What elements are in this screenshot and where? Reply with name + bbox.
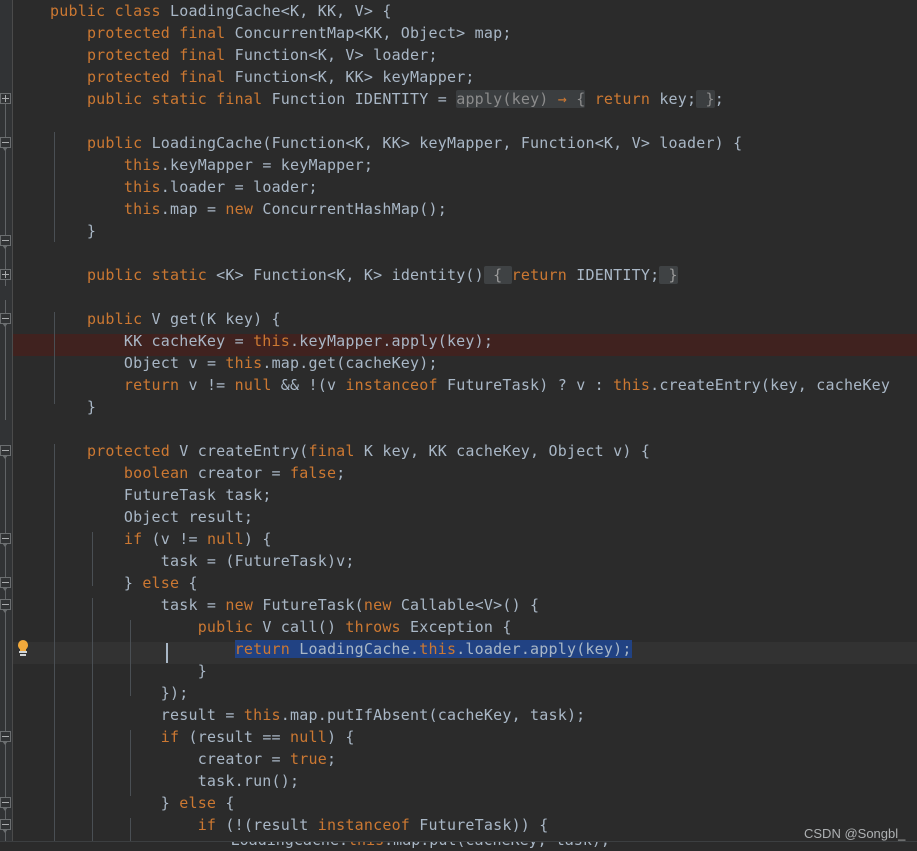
code-line[interactable]: if (result == null) { xyxy=(13,726,890,748)
fold-expand-plus-icon[interactable] xyxy=(0,93,11,104)
fold-backbone xyxy=(5,452,6,851)
fold-collapse-minus-icon[interactable] xyxy=(0,137,11,151)
code-line[interactable]: task = (FutureTask)v; xyxy=(13,550,890,572)
code-line[interactable]: task.run(); xyxy=(13,770,890,792)
code-line[interactable]: } else { xyxy=(13,572,890,594)
code-line[interactable]: Object v = this.map.get(cacheKey); xyxy=(13,352,890,374)
watermark-text: CSDN @Songbl_ xyxy=(804,826,906,841)
code-line[interactable] xyxy=(13,242,890,264)
fold-collapse-minus-icon[interactable] xyxy=(0,445,11,459)
code-line[interactable] xyxy=(13,418,890,440)
code-line[interactable]: protected V createEntry(final K key, KK … xyxy=(13,440,890,462)
intention-lightbulb-icon[interactable] xyxy=(16,640,30,657)
code-line[interactable]: KK cacheKey = this.keyMapper.apply(key); xyxy=(13,330,890,352)
code-line[interactable]: FutureTask task; xyxy=(13,484,890,506)
code-line[interactable]: protected final Function<K, KK> keyMappe… xyxy=(13,66,890,88)
code-line[interactable]: public static final Function IDENTITY = … xyxy=(13,88,890,110)
fold-strip[interactable] xyxy=(0,0,12,851)
text-caret xyxy=(166,643,168,663)
fold-collapse-minus-icon[interactable] xyxy=(0,797,11,811)
fold-collapse-minus-icon[interactable] xyxy=(0,577,11,591)
code-line[interactable]: public V get(K key) { xyxy=(13,308,890,330)
code-line[interactable]: public class LoadingCache<K, KK, V> { xyxy=(13,0,890,22)
code-line[interactable]: Object result; xyxy=(13,506,890,528)
code-text-area[interactable]: public class LoadingCache<K, KK, V> { pr… xyxy=(13,0,917,851)
code-line[interactable]: public V call() throws Exception { xyxy=(13,616,890,638)
code-line selected-line[interactable]: return LoadingCache.this.loader.apply(ke… xyxy=(13,638,890,660)
code-line[interactable]: protected final ConcurrentMap<KK, Object… xyxy=(13,22,890,44)
clipped-bottom-line: LoadingCache.this.map.put(cacheKey, task… xyxy=(0,842,917,851)
code-line[interactable]: return v != null && !(v instanceof Futur… xyxy=(13,374,890,396)
code-line[interactable]: this.map = new ConcurrentHashMap(); xyxy=(13,198,890,220)
code-line[interactable]: protected final Function<K, V> loader; xyxy=(13,44,890,66)
fold-collapse-minus-icon[interactable] xyxy=(0,313,11,327)
code-line[interactable]: creator = true; xyxy=(13,748,890,770)
code-line[interactable]: } xyxy=(13,396,890,418)
code-line[interactable]: if (v != null) { xyxy=(13,528,890,550)
viewport-divider xyxy=(0,841,917,842)
fold-expand-plus-icon[interactable] xyxy=(0,269,11,280)
source-code[interactable]: public class LoadingCache<K, KK, V> { pr… xyxy=(13,0,890,836)
code-line[interactable]: } else { xyxy=(13,792,890,814)
code-line[interactable]: }); xyxy=(13,682,890,704)
fold-collapse-minus-icon[interactable] xyxy=(0,819,11,833)
code-line[interactable]: if (!(result instanceof FutureTask)) { xyxy=(13,814,890,836)
code-editor[interactable]: public class LoadingCache<K, KK, V> { pr… xyxy=(0,0,917,851)
fold-collapse-minus-icon[interactable] xyxy=(0,731,11,745)
code-line[interactable]: this.keyMapper = keyMapper; xyxy=(13,154,890,176)
code-line[interactable]: this.loader = loader; xyxy=(13,176,890,198)
code-line[interactable] xyxy=(13,286,890,308)
code-line[interactable]: public static <K> Function<K, K> identit… xyxy=(13,264,890,286)
code-line[interactable]: task = new FutureTask(new Callable<V>() … xyxy=(13,594,890,616)
code-line[interactable]: } xyxy=(13,660,890,682)
fold-collapse-minus-icon[interactable] xyxy=(0,599,11,613)
fold-collapse-minus-icon[interactable] xyxy=(0,533,11,547)
fold-collapse-minus-icon[interactable] xyxy=(0,235,11,249)
code-line[interactable]: boolean creator = false; xyxy=(13,462,890,484)
code-line[interactable]: } xyxy=(13,220,890,242)
code-line[interactable]: result = this.map.putIfAbsent(cacheKey, … xyxy=(13,704,890,726)
fold-backbone xyxy=(5,96,6,286)
code-line[interactable]: public LoadingCache(Function<K, KK> keyM… xyxy=(13,132,890,154)
code-line[interactable] xyxy=(13,110,890,132)
